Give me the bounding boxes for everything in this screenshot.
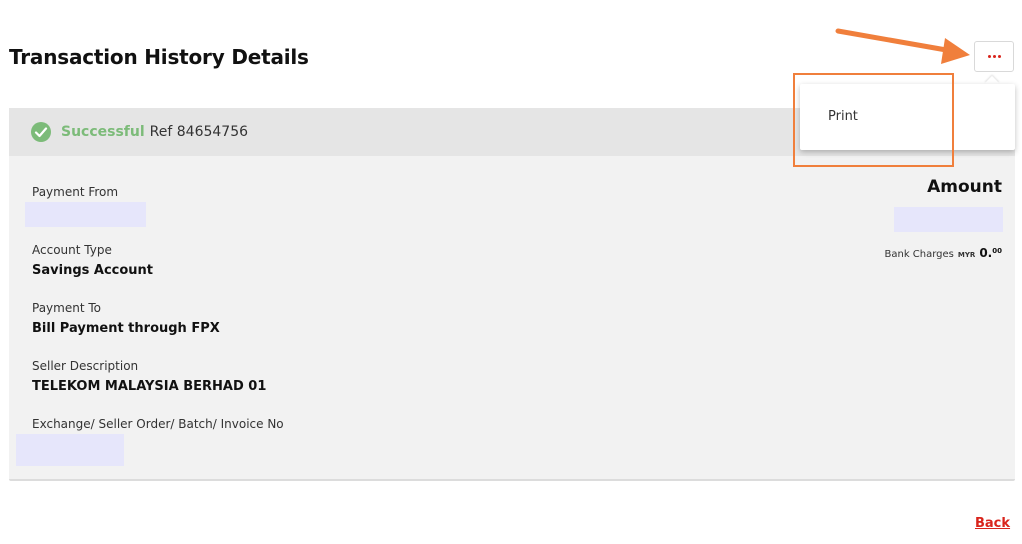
seller-description-value: TELEKOM MALAYSIA BERHAD 01 xyxy=(32,379,267,394)
back-link[interactable]: Back xyxy=(975,516,1010,531)
payment-to-value: Bill Payment through FPX xyxy=(32,321,220,336)
bank-charges: Bank Charges MYR 0. 00 xyxy=(885,246,1003,260)
bank-charges-amount-decimal: 00 xyxy=(992,247,1002,255)
amount-label: Amount xyxy=(927,177,1002,197)
more-dots-icon xyxy=(987,55,1001,58)
order-number-redacted xyxy=(16,434,124,466)
reference-number: Ref 84654756 xyxy=(149,124,249,140)
bank-charges-label: Bank Charges xyxy=(884,249,954,260)
amount-redacted xyxy=(894,207,1003,232)
page-title: Transaction History Details xyxy=(9,45,309,69)
payment-from-label: Payment From xyxy=(32,185,119,199)
payment-from-redacted xyxy=(25,202,146,227)
account-type-value: Savings Account xyxy=(32,263,154,278)
payment-to-label: Payment To xyxy=(32,301,101,315)
order-number-label: Exchange/ Seller Order/ Batch/ Invoice N… xyxy=(32,417,284,431)
annotation-highlight-box xyxy=(793,73,954,167)
more-options-button[interactable] xyxy=(974,41,1014,72)
bank-charges-currency: MYR xyxy=(957,251,976,259)
bank-charges-amount: 0. xyxy=(979,246,993,260)
account-type-label: Account Type xyxy=(32,243,112,257)
seller-description-label: Seller Description xyxy=(32,359,139,373)
status-badge: Successful xyxy=(61,124,145,140)
annotation-arrow-icon xyxy=(835,28,970,64)
check-circle-icon xyxy=(31,122,51,142)
